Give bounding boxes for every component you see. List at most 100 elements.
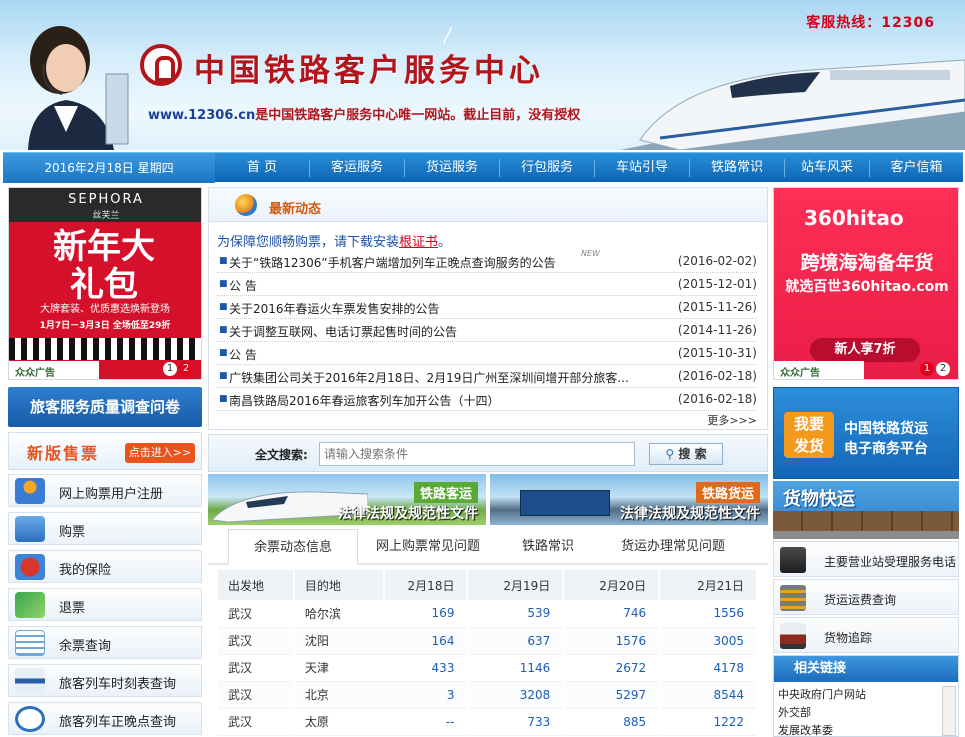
cell-count[interactable]: 5297 xyxy=(563,681,661,709)
nav-customer-mailbox[interactable]: 客户信箱 xyxy=(870,153,963,183)
cell-count[interactable]: 164 xyxy=(383,627,469,655)
menu-refund[interactable]: 退票 xyxy=(8,588,202,621)
root-cert-link[interactable]: 根证书 xyxy=(399,235,438,250)
tab-railway-knowledge[interactable]: 铁路常识 xyxy=(498,529,598,565)
freight-ecommerce-banner[interactable]: 我要 发货 中国铁路货运 电子商务平台 xyxy=(773,387,959,479)
menu-insurance[interactable]: 我的保险 xyxy=(8,550,202,583)
cell-count[interactable]: 637 xyxy=(467,627,565,655)
nav-home[interactable]: 首 页 xyxy=(215,153,309,183)
cell-count[interactable]: 885 xyxy=(563,708,661,736)
tab-freight-faq[interactable]: 货运办理常见问题 xyxy=(598,529,748,565)
row-rule xyxy=(217,295,757,296)
nav-station-style[interactable]: 站车风采 xyxy=(785,153,869,183)
link-central-gov[interactable]: 中央政府门户网站 xyxy=(778,686,866,702)
hitao-logo: 360hitao xyxy=(804,206,904,230)
menu-train-delay[interactable]: 旅客列车正晚点查询 xyxy=(8,702,202,735)
cell-from: 武汉 xyxy=(218,627,295,655)
menu-buy-ticket[interactable]: 购票 xyxy=(8,512,202,545)
passenger-regulations-banner[interactable]: 铁路客运 法律法规及规范性文件 xyxy=(208,474,486,525)
freight-regulations-banner[interactable]: 铁路货运 法律法规及规范性文件 xyxy=(490,474,768,525)
hitao-ad[interactable]: 360hitao 跨境海淘备年货 就选百世360hitao.com 新人享7折 … xyxy=(773,187,959,380)
cell-from: 武汉 xyxy=(218,681,295,709)
nav-luggage-service[interactable]: 行包服务 xyxy=(500,153,594,183)
cell-count[interactable]: 733 xyxy=(467,708,565,736)
cargo-express-banner[interactable]: 货物快运 xyxy=(773,481,959,539)
cell-count[interactable]: 539 xyxy=(467,600,565,628)
cell-count[interactable]: 8544 xyxy=(659,681,758,709)
freight-regulations-label: 法律法规及规范性文件 xyxy=(620,506,760,522)
cell-count[interactable]: 433 xyxy=(383,654,469,682)
menu-remaining-tickets[interactable]: 余票查询 xyxy=(8,626,202,659)
cell-count[interactable]: 746 xyxy=(563,600,661,628)
search-input[interactable] xyxy=(319,442,635,466)
news-item-date: (2016-02-18) xyxy=(677,392,757,406)
menu-register[interactable]: 网上购票用户注册 xyxy=(8,474,202,507)
carousel-page-2[interactable]: 2 xyxy=(179,362,193,376)
news-item-date: (2014-11-26) xyxy=(677,323,757,337)
site-url: www.12306.cn xyxy=(148,108,256,123)
nav-railway-knowledge[interactable]: 铁路常识 xyxy=(690,153,784,183)
sephora-ad[interactable]: SEPHORA 丝芙兰 新年大礼包 大牌套装、优质惠选焕新登场 1月7日－3月3… xyxy=(8,187,202,380)
link-foreign-ministry[interactable]: 外交部 xyxy=(778,704,811,720)
user-icon xyxy=(15,478,45,504)
menu-cargo-tracking[interactable]: 货物追踪 xyxy=(773,617,959,653)
carousel-page-1[interactable]: 1 xyxy=(920,362,934,376)
more-news-link[interactable]: 更多>>> xyxy=(707,412,757,428)
cell-count[interactable]: 1146 xyxy=(467,654,565,682)
ad-network-label: 众众广告 xyxy=(9,361,99,379)
tab-online-faq[interactable]: 网上购票常见问题 xyxy=(358,529,498,565)
cell-count[interactable]: 2672 xyxy=(563,654,661,682)
news-item[interactable]: ■ 关于“铁路12306”手机客户端增加列车正晚点查询服务的公告 NEW (2016-… xyxy=(217,249,757,273)
news-item[interactable]: ■ 关于2016年春运火车票发售安排的公告 (2015-11-26) xyxy=(217,297,757,319)
cell-count[interactable]: 3005 xyxy=(659,627,758,655)
locomotive-icon xyxy=(780,623,806,649)
ad-network-label: 众众广告 xyxy=(774,361,864,379)
service-survey-banner[interactable]: 旅客服务质量调查问卷 xyxy=(8,387,202,427)
news-item-title: 关于“铁路12306”手机客户端增加列车正晚点查询服务的公告 xyxy=(229,256,556,270)
row-rule xyxy=(217,387,757,388)
links-scrollbar[interactable] xyxy=(942,686,956,736)
passenger-regulations-label: 法律法规及规范性文件 xyxy=(338,506,478,522)
cell-count[interactable]: 3 xyxy=(383,681,469,709)
nav-station-guide[interactable]: 车站引导 xyxy=(595,153,689,183)
col-header-to: 目的地 xyxy=(293,570,385,600)
cell-count[interactable]: -- xyxy=(383,708,469,736)
cell-to: 哈尔滨 xyxy=(293,600,385,628)
news-item[interactable]: ■ 关于调整互联网、电话订票起售时间的公告 (2014-11-26) xyxy=(217,320,757,342)
col-header-date: 2月21日 xyxy=(659,570,758,600)
news-item[interactable]: ■ 南昌铁路局2016年春运旅客列车加开公告（十四） (2016-02-18) xyxy=(217,389,757,411)
news-item[interactable]: ■ 公 告 (2015-12-01) xyxy=(217,274,757,296)
news-header: 最新动态 xyxy=(209,188,767,222)
nav-freight-service[interactable]: 货运服务 xyxy=(405,153,499,183)
col-header-date: 2月19日 xyxy=(467,570,565,600)
link-ndrc[interactable]: 发展改革委 xyxy=(778,722,833,737)
freight-train-image xyxy=(773,511,959,531)
cell-count[interactable]: 169 xyxy=(383,600,469,628)
search-button[interactable]: ⚲ 搜 索 xyxy=(649,443,723,465)
carousel-page-1[interactable]: 1 xyxy=(163,362,177,376)
menu-service-phone[interactable]: 主要营业站受理服务电话 xyxy=(773,541,959,577)
new-badge: NEW xyxy=(581,249,600,258)
passenger-tag: 铁路客运 xyxy=(413,482,478,503)
hitao-line1: 跨境海淘备年货 xyxy=(800,252,934,274)
enter-button[interactable]: 点击进入>> xyxy=(125,443,195,463)
nav-passenger-service[interactable]: 客运服务 xyxy=(310,153,404,183)
clock-icon xyxy=(15,706,45,732)
cell-to: 北京 xyxy=(293,681,385,709)
new-ticket-banner[interactable]: 新版售票 点击进入>> xyxy=(8,432,202,470)
menu-freight-fee[interactable]: 货运运费查询 xyxy=(773,579,959,615)
cell-count[interactable]: 3208 xyxy=(467,681,565,709)
carousel-page-2[interactable]: 2 xyxy=(936,362,950,376)
news-item[interactable]: ■ 广铁集团公司关于2016年2月18日、2月19日广州至深圳间增开部分旅客...… xyxy=(217,366,757,388)
new-user-discount-button[interactable]: 新人享7折 xyxy=(810,338,920,362)
search-bar: 全文搜索: ⚲ 搜 索 xyxy=(208,434,768,472)
cell-count[interactable]: 1556 xyxy=(659,600,758,628)
tab-remaining-tickets[interactable]: 余票动态信息 xyxy=(228,529,358,565)
cell-count[interactable]: 1576 xyxy=(563,627,661,655)
cell-count[interactable]: 1222 xyxy=(659,708,758,736)
cell-count[interactable]: 4178 xyxy=(659,654,758,682)
sephora-line1: 大牌套装、优质惠选焕新登场 xyxy=(40,304,170,315)
news-item[interactable]: ■ 公 告 (2015-10-31) xyxy=(217,343,757,365)
col-header-from: 出发地 xyxy=(218,570,295,600)
menu-timetable[interactable]: 旅客列车时刻表查询 xyxy=(8,664,202,697)
